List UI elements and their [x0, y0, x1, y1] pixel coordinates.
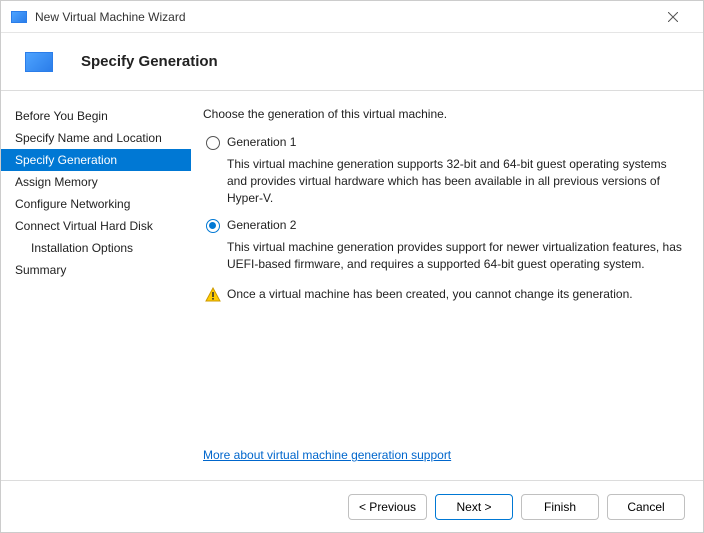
radio-wrapper — [203, 218, 223, 233]
sidebar-step-3[interactable]: Assign Memory — [1, 171, 191, 193]
sidebar-step-1[interactable]: Specify Name and Location — [1, 127, 191, 149]
gen1-label: Generation 1 — [227, 135, 296, 150]
warning-icon-wrapper — [203, 287, 223, 303]
sidebar-step-7[interactable]: Summary — [1, 259, 191, 281]
warning-row: Once a virtual machine has been created,… — [203, 287, 683, 303]
gen2-description: This virtual machine generation provides… — [227, 239, 683, 273]
content-panel: Choose the generation of this virtual ma… — [191, 91, 703, 480]
spacer — [203, 303, 683, 448]
wizard-body: Before You BeginSpecify Name and Locatio… — [1, 91, 703, 480]
page-title: Specify Generation — [81, 53, 218, 70]
sidebar-step-0[interactable]: Before You Begin — [1, 105, 191, 127]
radio-gen2[interactable] — [206, 219, 220, 233]
generation-2-option[interactable]: Generation 2 — [203, 218, 683, 233]
titlebar: New Virtual Machine Wizard — [1, 1, 703, 33]
radio-gen1[interactable] — [206, 136, 220, 150]
warning-text: Once a virtual machine has been created,… — [227, 287, 633, 303]
sidebar-step-6[interactable]: Installation Options — [1, 237, 191, 259]
intro-text: Choose the generation of this virtual ma… — [203, 107, 683, 121]
wizard-header: Specify Generation — [1, 33, 703, 91]
gen1-description: This virtual machine generation supports… — [227, 156, 683, 206]
previous-button[interactable]: < Previous — [348, 494, 427, 520]
close-icon — [668, 12, 678, 22]
next-button[interactable]: Next > — [435, 494, 513, 520]
wizard-footer: < Previous Next > Finish Cancel — [1, 480, 703, 532]
window-title: New Virtual Machine Wizard — [35, 10, 653, 24]
wizard-icon — [25, 52, 53, 72]
finish-button[interactable]: Finish — [521, 494, 599, 520]
radio-wrapper — [203, 135, 223, 150]
app-icon — [11, 11, 27, 23]
gen2-label: Generation 2 — [227, 218, 296, 233]
sidebar-step-2[interactable]: Specify Generation — [1, 149, 191, 171]
warning-icon — [205, 287, 221, 303]
sidebar-step-4[interactable]: Configure Networking — [1, 193, 191, 215]
cancel-button[interactable]: Cancel — [607, 494, 685, 520]
sidebar-step-5[interactable]: Connect Virtual Hard Disk — [1, 215, 191, 237]
generation-1-option[interactable]: Generation 1 — [203, 135, 683, 150]
steps-sidebar: Before You BeginSpecify Name and Locatio… — [1, 91, 191, 480]
close-button[interactable] — [653, 3, 693, 31]
more-info-link[interactable]: More about virtual machine generation su… — [203, 448, 683, 462]
